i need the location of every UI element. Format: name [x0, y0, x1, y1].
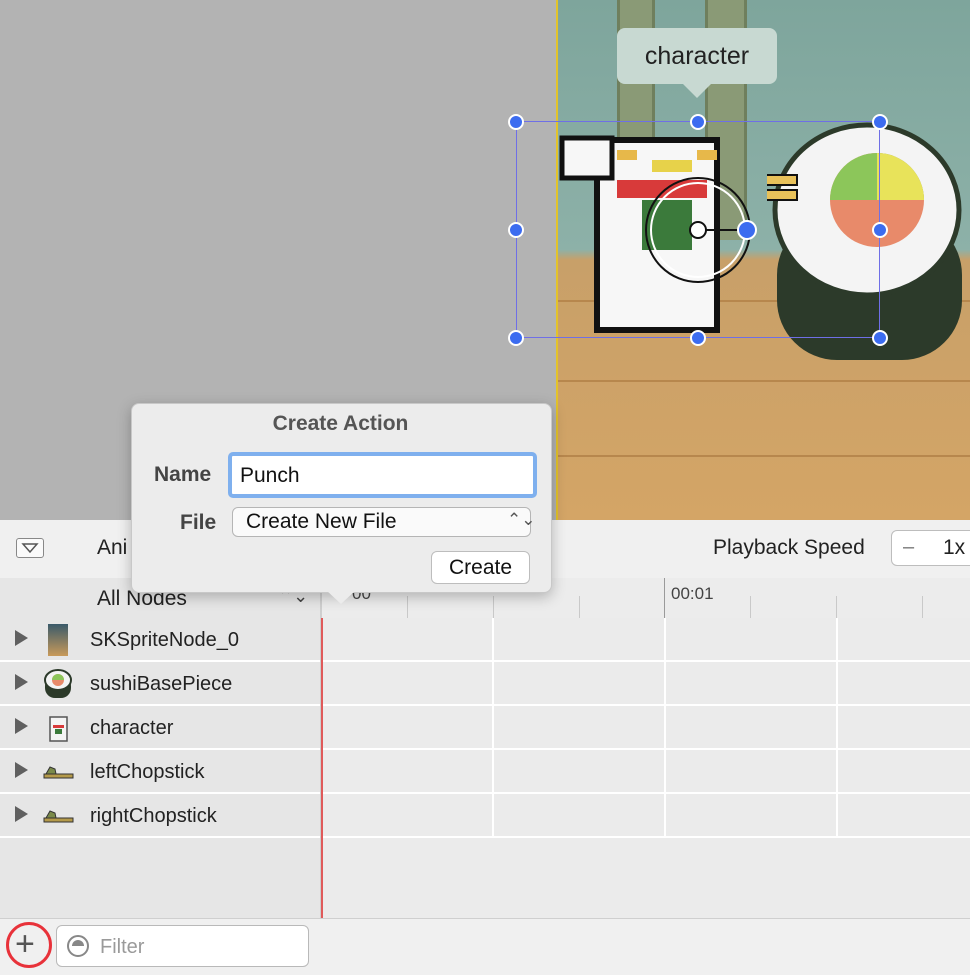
time-marker [664, 578, 665, 618]
chopstick-icon [43, 810, 74, 823]
timeline-tracks[interactable] [322, 618, 970, 918]
node-list: SKSpriteNode_0 sushiBasePiece character … [0, 618, 321, 918]
popover-title: Create Action [272, 412, 409, 435]
triangle-down-icon [21, 543, 39, 554]
filter-input[interactable] [56, 925, 309, 967]
sushi-sprite[interactable] [767, 115, 970, 365]
playback-speed-label: Playback Speed [713, 536, 865, 559]
filter-icon [67, 935, 89, 957]
disclosure-triangle-icon[interactable] [15, 762, 28, 778]
collapse-panel-button[interactable] [16, 538, 44, 558]
node-label: rightChopstick [90, 805, 217, 827]
node-row[interactable]: character [0, 706, 321, 750]
speed-value: 1x [943, 536, 966, 559]
resize-handle[interactable] [872, 330, 888, 346]
node-label: leftChopstick [90, 761, 205, 783]
resize-handle[interactable] [508, 114, 524, 130]
row-separator [0, 836, 970, 838]
resize-handle[interactable] [508, 222, 524, 238]
filter-placeholder: Filter [100, 936, 145, 958]
action-name-value[interactable]: Punch [240, 464, 300, 488]
rotation-gizmo-icon[interactable] [640, 172, 760, 288]
playhead[interactable] [321, 618, 323, 918]
scene-boundary [556, 0, 558, 520]
node-row[interactable]: sushiBasePiece [0, 662, 321, 706]
resize-handle[interactable] [690, 330, 706, 346]
wood-grain [557, 380, 970, 382]
resize-handle[interactable] [872, 114, 888, 130]
resize-handle[interactable] [508, 330, 524, 346]
row-separator [0, 792, 970, 794]
chopstick-icon [43, 766, 74, 779]
disclosure-triangle-icon[interactable] [15, 674, 28, 690]
node-row[interactable]: leftChopstick [0, 750, 321, 794]
wood-grain [557, 455, 970, 457]
row-separator [0, 748, 970, 750]
sushi-icon [44, 669, 72, 698]
create-button-label[interactable]: Create [431, 556, 530, 580]
row-separator [0, 660, 970, 662]
node-row[interactable]: SKSpriteNode_0 [0, 618, 321, 662]
grid-line [492, 618, 494, 836]
node-label: sushiBasePiece [90, 673, 233, 695]
resize-handle[interactable] [872, 222, 888, 238]
grid-line [836, 618, 838, 836]
resize-handle[interactable] [690, 114, 706, 130]
row-separator [0, 704, 970, 706]
filter-icon-fill [72, 940, 84, 946]
disclosure-triangle-icon[interactable] [15, 630, 28, 646]
file-select-value[interactable]: Create New File [246, 510, 397, 534]
animation-label: Ani [97, 536, 128, 559]
node-label: SKSpriteNode_0 [90, 629, 239, 651]
select-arrows-icon: ⌃⌄ [507, 510, 536, 529]
node-label: character [90, 717, 174, 739]
disclosure-triangle-icon[interactable] [15, 806, 28, 822]
node-name-tooltip: character [617, 28, 777, 84]
add-action-button[interactable]: + [15, 926, 35, 962]
speed-decrease-button[interactable]: – [903, 536, 914, 559]
popover-pointer [326, 590, 356, 604]
tooltip-pointer [683, 84, 711, 98]
cat-character-icon [49, 716, 68, 742]
disclosure-triangle-icon[interactable] [15, 718, 28, 734]
file-label: File [180, 511, 217, 534]
node-row[interactable]: rightChopstick [0, 794, 321, 838]
sprite-node-icon [48, 624, 68, 656]
ruler-time-label: 00:01 [671, 584, 714, 603]
name-label: Name [154, 463, 212, 486]
grid-line [664, 618, 666, 836]
